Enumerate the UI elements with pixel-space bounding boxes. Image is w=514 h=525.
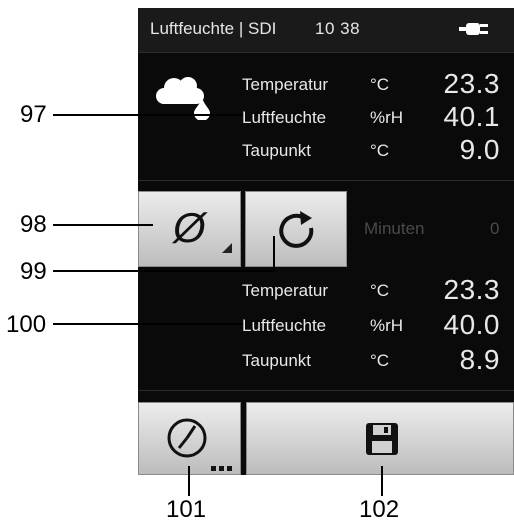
plug-icon	[456, 18, 492, 45]
minutes-value: 0	[490, 219, 500, 238]
reset-button[interactable]	[245, 191, 347, 267]
unit-dewpoint: °C	[370, 351, 390, 370]
value-dewpoint: 8.9	[459, 344, 500, 375]
clock-time: 10 38	[315, 19, 361, 38]
divider	[138, 390, 514, 391]
value-temperature: 23.3	[443, 68, 500, 99]
null-symbol: Ø	[173, 204, 206, 251]
label-humidity: Luftfeuchte	[242, 108, 327, 127]
device-screen: Luftfeuchte | SDI 10 38 Temperatur °C 23…	[138, 8, 514, 475]
save-icon	[364, 421, 400, 462]
label-dewpoint: Taupunkt	[242, 351, 311, 370]
divider	[138, 52, 514, 53]
callout-line	[273, 236, 275, 272]
value-humidity: 40.1	[443, 101, 500, 132]
callout-line	[53, 270, 275, 272]
unit-temperature: °C	[370, 75, 390, 94]
divider	[138, 180, 514, 181]
app-title: Luftfeuchte | SDI	[150, 19, 277, 38]
interval-button[interactable]	[138, 402, 241, 475]
callout-line	[53, 114, 243, 116]
status-bar: Luftfeuchte | SDI 10 38	[138, 8, 514, 52]
unit-humidity: %rH	[370, 316, 404, 335]
more-dots-icon	[211, 459, 233, 475]
callout-99: 99	[20, 258, 47, 285]
callout-line	[53, 323, 243, 325]
corner-triangle-icon	[222, 240, 232, 258]
unit-dewpoint: °C	[370, 141, 390, 160]
unit-temperature: °C	[370, 281, 390, 300]
clock-icon	[165, 416, 213, 469]
callout-98: 98	[20, 211, 47, 238]
label-temperature: Temperatur	[242, 281, 328, 300]
label-dewpoint: Taupunkt	[242, 141, 311, 160]
row-dewpoint-2: Taupunkt °C 8.9	[138, 342, 514, 380]
callout-100: 100	[6, 311, 47, 338]
value-dewpoint: 9.0	[459, 134, 500, 165]
minutes-label: Minuten	[364, 219, 425, 238]
value-temperature: 23.3	[443, 274, 500, 305]
callout-line	[188, 466, 190, 496]
save-button[interactable]	[246, 402, 514, 475]
callout-102: 102	[359, 496, 400, 523]
row-humidity-2: Luftfeuchte %rH 40.0	[138, 307, 514, 345]
row-temperature-2: Temperatur °C 23.3	[138, 272, 514, 310]
label-temperature: Temperatur	[242, 75, 328, 94]
label-humidity: Luftfeuchte	[242, 316, 327, 335]
refresh-icon	[278, 208, 318, 257]
null-button[interactable]: Ø	[138, 191, 241, 267]
callout-97: 97	[20, 101, 47, 128]
row-dewpoint: Taupunkt °C 9.0	[138, 132, 514, 170]
callout-101: 101	[166, 496, 207, 523]
value-humidity: 40.0	[443, 309, 500, 340]
callout-line	[381, 466, 383, 496]
unit-humidity: %rH	[370, 108, 404, 127]
callout-line	[53, 224, 153, 226]
bottom-toolbar	[138, 402, 514, 475]
